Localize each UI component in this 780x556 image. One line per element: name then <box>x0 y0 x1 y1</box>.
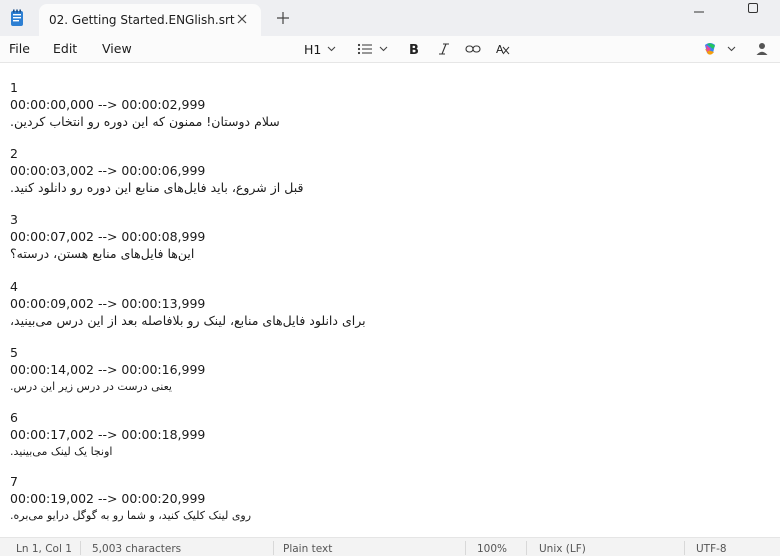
tab-title: 02. Getting Started.ENGlish.srt <box>49 13 235 27</box>
italic-icon <box>439 43 449 55</box>
new-tab-plus-icon[interactable] <box>274 9 292 27</box>
tab-document[interactable]: 02. Getting Started.ENGlish.srt <box>39 4 261 36</box>
minimize-icon[interactable] <box>691 4 707 20</box>
copilot-icon <box>705 43 715 55</box>
subtitle-timestamp: 00:00:14,002 --> 00:00:16,999 <box>10 362 206 377</box>
svg-text:B: B <box>409 43 419 56</box>
document-format[interactable]: Plain text <box>283 543 332 555</box>
subtitle-timestamp: 00:00:19,002 --> 00:00:20,999 <box>10 491 206 506</box>
menu-bar: File Edit View H1 B A <box>0 36 780 63</box>
cursor-position: Ln 1, Col 1 <box>16 543 72 555</box>
clear-formatting-button[interactable]: A <box>495 39 511 59</box>
heading-dropdown[interactable]: H1 <box>304 39 336 59</box>
encoding[interactable]: UTF-8 <box>696 543 727 555</box>
line-ending[interactable]: Unix (LF) <box>539 543 586 555</box>
subtitle-index: 2 <box>10 146 18 161</box>
link-button[interactable] <box>465 39 481 59</box>
subtitle-entry: 3 00:00:07,002 --> 00:00:08,999 این‌ها ف… <box>10 211 770 262</box>
subtitle-text: یعنی درست در درس زیر این درس. <box>10 380 172 393</box>
subtitle-entry: 7 00:00:19,002 --> 00:00:20,999 روی لینک… <box>10 473 770 524</box>
title-bar: 02. Getting Started.ENGlish.srt <box>0 0 780 36</box>
subtitle-index: 1 <box>10 80 18 95</box>
subtitle-entry: 1 00:00:00,000 --> 00:00:02,999 سلام دوس… <box>10 79 770 130</box>
status-divider <box>684 541 685 555</box>
menu-view[interactable]: View <box>102 41 132 56</box>
status-divider <box>273 541 274 555</box>
account-icon <box>756 43 768 55</box>
status-divider <box>526 541 527 555</box>
text-editor[interactable]: 1 00:00:00,000 --> 00:00:02,999 سلام دوس… <box>0 63 780 537</box>
subtitle-entry: 4 00:00:09,002 --> 00:00:13,999 برای دان… <box>10 278 770 329</box>
subtitle-text: سلام دوستان! ممنون که این دوره رو انتخاب… <box>10 114 280 129</box>
chevron-down-icon <box>379 46 388 52</box>
subtitle-text: برای دانلود فایل‌های منابع، لینک رو بلاف… <box>10 313 366 328</box>
subtitle-index: 3 <box>10 212 18 227</box>
subtitle-text: این‌ها فایل‌های منابع هستن، درسته؟ <box>10 246 195 261</box>
maximize-icon[interactable] <box>745 0 761 16</box>
account-button[interactable] <box>756 39 768 59</box>
link-icon <box>465 45 481 53</box>
bold-button[interactable]: B <box>407 39 421 59</box>
copilot-button[interactable] <box>702 39 736 59</box>
subtitle-entry: 2 00:00:03,002 --> 00:00:06,999 قبل از ش… <box>10 145 770 196</box>
menu-file[interactable]: File <box>9 41 30 56</box>
subtitle-timestamp: 00:00:07,002 --> 00:00:08,999 <box>10 229 206 244</box>
chevron-down-icon <box>327 46 336 52</box>
clear-formatting-icon: A <box>496 43 510 56</box>
heading-label: H1 <box>304 41 322 57</box>
list-dropdown[interactable] <box>357 39 388 59</box>
zoom-level[interactable]: 100% <box>477 543 507 555</box>
subtitle-text: قبل از شروع، باید فایل‌های منابع این دور… <box>10 180 304 195</box>
subtitle-text: روی لینک کلیک کنید، و شما رو به گوگل درا… <box>10 509 252 522</box>
bold-icon: B <box>409 43 419 56</box>
subtitle-timestamp: 00:00:09,002 --> 00:00:13,999 <box>10 296 206 311</box>
subtitle-timestamp: 00:00:17,002 --> 00:00:18,999 <box>10 427 206 442</box>
subtitle-index: 6 <box>10 410 18 425</box>
italic-button[interactable] <box>437 39 451 59</box>
subtitle-timestamp: 00:00:00,000 --> 00:00:02,999 <box>10 97 206 112</box>
subtitle-timestamp: 00:00:03,002 --> 00:00:06,999 <box>10 163 206 178</box>
subtitle-entry: 6 00:00:17,002 --> 00:00:18,999 اونجا یک… <box>10 409 770 460</box>
subtitle-index: 4 <box>10 279 18 294</box>
close-tab-icon[interactable] <box>233 10 251 28</box>
bulleted-list-icon <box>357 43 373 55</box>
subtitle-entry: 5 00:00:14,002 --> 00:00:16,999 یعنی درس… <box>10 344 770 395</box>
chevron-down-icon <box>727 46 736 52</box>
subtitle-index: 7 <box>10 474 18 489</box>
subtitle-text: اونجا یک لینک می‌بینید. <box>10 445 113 458</box>
subtitle-index: 5 <box>10 345 18 360</box>
status-divider <box>80 541 81 555</box>
notepad-app-icon <box>10 9 24 27</box>
status-divider <box>465 541 466 555</box>
menu-edit[interactable]: Edit <box>53 41 77 56</box>
character-count: 5,003 characters <box>92 543 182 555</box>
status-bar: Ln 1, Col 1 5,003 characters Plain text … <box>0 537 780 556</box>
svg-text:A: A <box>496 43 504 56</box>
